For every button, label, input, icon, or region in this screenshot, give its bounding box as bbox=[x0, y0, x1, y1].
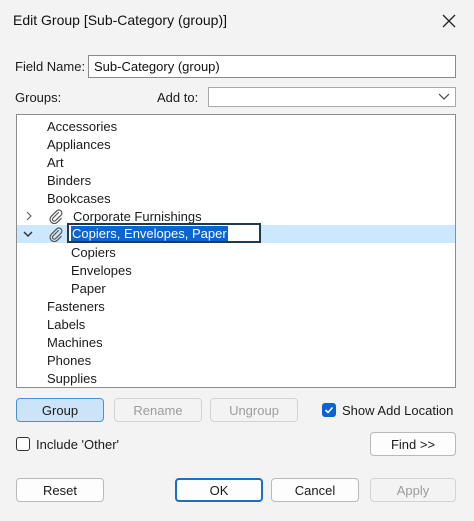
chevron-down-icon[interactable] bbox=[22, 228, 34, 240]
add-to-label: Add to: bbox=[157, 90, 199, 105]
dialog-title: Edit Group [Sub-Category (group)] bbox=[13, 12, 227, 28]
groups-tree[interactable]: Accessories Appliances Art Binders Bookc… bbox=[16, 114, 456, 388]
tree-group-copiers-envelopes-paper[interactable]: Copiers, Envelopes, Paper bbox=[17, 223, 455, 243]
tree-item[interactable]: Appliances bbox=[17, 135, 455, 153]
rename-group-input[interactable]: Copiers, Envelopes, Paper bbox=[67, 223, 261, 243]
field-name-input[interactable] bbox=[88, 55, 456, 78]
tree-item[interactable]: Machines bbox=[17, 333, 455, 351]
include-other-label: Include 'Other' bbox=[36, 437, 120, 452]
tree-item[interactable]: Fasteners bbox=[17, 297, 455, 315]
show-add-location-label: Show Add Location bbox=[342, 403, 454, 418]
chevron-down-icon bbox=[438, 93, 450, 100]
tree-item[interactable]: Supplies bbox=[17, 369, 455, 387]
tree-item[interactable]: Phones bbox=[17, 351, 455, 369]
tree-item[interactable]: Art bbox=[17, 153, 455, 171]
reset-button[interactable]: Reset bbox=[16, 478, 104, 502]
title-bar: Edit Group [Sub-Category (group)] bbox=[0, 0, 474, 42]
paperclip-icon bbox=[49, 227, 63, 242]
ok-button[interactable]: OK bbox=[175, 478, 263, 502]
chevron-right-icon[interactable] bbox=[23, 210, 35, 222]
show-add-location-checkbox[interactable] bbox=[322, 403, 336, 417]
find-button[interactable]: Find >> bbox=[370, 432, 456, 456]
include-other-checkbox[interactable] bbox=[16, 437, 30, 451]
tree-item[interactable]: Envelopes bbox=[17, 261, 455, 279]
tree-item[interactable]: Copiers bbox=[17, 243, 455, 261]
rename-button[interactable]: Rename bbox=[114, 398, 202, 422]
tree-item[interactable]: Labels bbox=[17, 315, 455, 333]
cancel-button[interactable]: Cancel bbox=[271, 478, 359, 502]
tree-item[interactable]: Binders bbox=[17, 171, 455, 189]
ungroup-button[interactable]: Ungroup bbox=[210, 398, 298, 422]
group-button[interactable]: Group bbox=[16, 398, 104, 422]
apply-button[interactable]: Apply bbox=[370, 478, 456, 502]
groups-label: Groups: bbox=[15, 90, 62, 105]
tree-item[interactable]: Paper bbox=[17, 279, 455, 297]
tree-item[interactable]: Accessories bbox=[17, 117, 455, 135]
close-icon bbox=[442, 14, 456, 28]
tree-item[interactable]: Bookcases bbox=[17, 189, 455, 207]
checkmark-icon bbox=[324, 406, 334, 414]
close-button[interactable] bbox=[436, 8, 462, 34]
edit-group-dialog: Edit Group [Sub-Category (group)] Field … bbox=[0, 0, 474, 521]
selected-group-name: Copiers, Envelopes, Paper bbox=[71, 226, 228, 241]
paperclip-icon bbox=[49, 209, 63, 224]
add-to-dropdown[interactable] bbox=[208, 87, 456, 107]
field-name-label: Field Name: bbox=[15, 59, 86, 74]
